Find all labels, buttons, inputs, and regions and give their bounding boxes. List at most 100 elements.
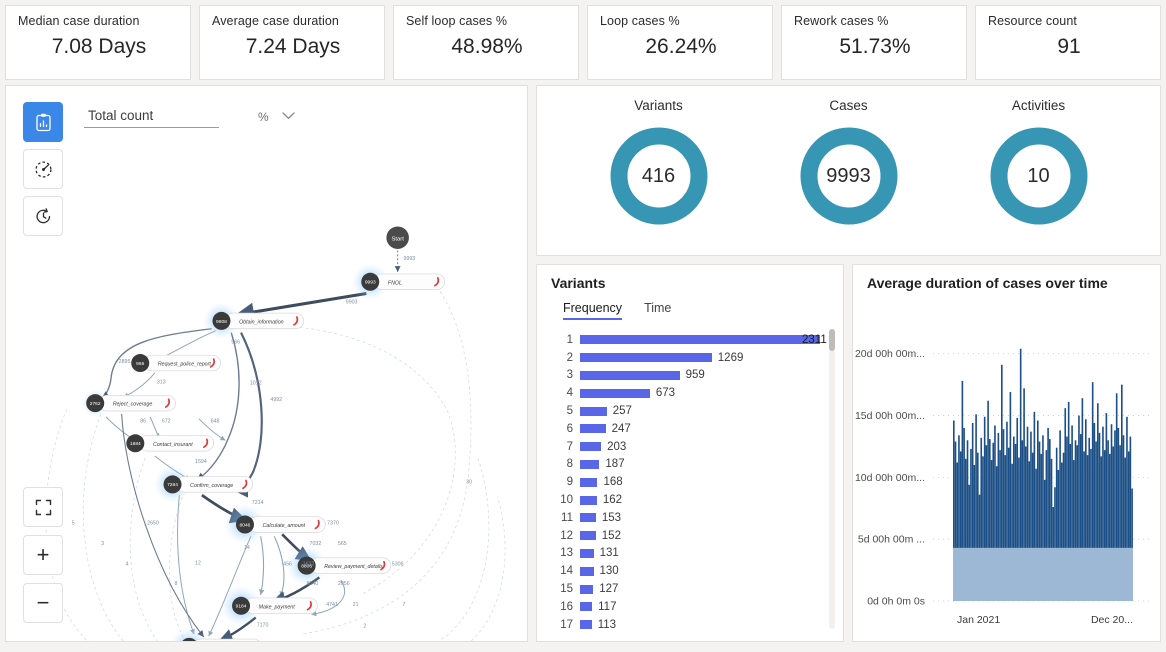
process-node[interactable]: Contact_insurant 1884 bbox=[126, 434, 214, 453]
process-node[interactable]: Calculate_amount 8046 bbox=[235, 515, 326, 534]
svg-text:9993: 9993 bbox=[365, 280, 376, 286]
variant-row[interactable]: 4 673 bbox=[549, 384, 843, 402]
variant-row[interactable]: 1 2311 bbox=[549, 331, 843, 349]
variant-bar[interactable] bbox=[580, 353, 712, 363]
variant-row[interactable]: 14 130 bbox=[549, 562, 843, 580]
kpi-card: Self loop cases % 48.98% bbox=[393, 5, 579, 80]
variant-rank: 4 bbox=[566, 387, 573, 400]
variants-list[interactable]: 1 2311 2 1269 3 959 4 673 5 257 6 247 7 203 8 187 9 168 10… bbox=[537, 331, 843, 641]
svg-text:FNOL: FNOL bbox=[388, 280, 402, 286]
edge-label: 9993 bbox=[404, 256, 416, 262]
variant-row[interactable]: 7 203 bbox=[549, 438, 843, 456]
zoom-in-button[interactable]: + bbox=[23, 535, 63, 575]
duration-chart: 0d 0h 0m 0s 5d 00h 00m ... 10d 00h 00m... 1… bbox=[855, 348, 1151, 626]
kpi-title: Median case duration bbox=[18, 14, 140, 28]
variants-tab[interactable]: Time bbox=[644, 301, 671, 320]
edge-label: 3 bbox=[101, 541, 104, 547]
variant-value: 1269 bbox=[717, 351, 744, 364]
variant-bar[interactable] bbox=[580, 548, 594, 558]
summary-donuts-panel: Variants 416 Cases 9993 Activities 10 bbox=[536, 85, 1161, 256]
variant-value: 131 bbox=[599, 547, 619, 560]
variant-row[interactable]: 17 113 bbox=[549, 616, 843, 634]
variants-tabs[interactable]: Frequency Time bbox=[537, 291, 843, 320]
edge-label: 2895 bbox=[119, 359, 131, 365]
variants-scrollbar[interactable] bbox=[829, 329, 835, 629]
fit-screen-button[interactable] bbox=[23, 487, 63, 527]
variant-rank: 10 bbox=[560, 494, 573, 507]
donut-metric: Cases 9993 bbox=[774, 98, 924, 229]
frequency-view-button[interactable] bbox=[23, 102, 63, 142]
variant-row[interactable]: 8 187 bbox=[549, 456, 843, 474]
edge-label: 966 bbox=[231, 339, 240, 345]
donut-chart: 9993 bbox=[796, 123, 902, 229]
kpi-card: Loop cases % 26.24% bbox=[587, 5, 773, 80]
kpi-value: 7.08 Days bbox=[51, 35, 147, 58]
variant-row[interactable]: 16 117 bbox=[549, 598, 843, 616]
metric-selector-group[interactable]: Total countCase countMax repetitions % bbox=[84, 106, 295, 128]
variant-bar[interactable] bbox=[580, 335, 820, 345]
scrollbar-thumb[interactable] bbox=[829, 329, 835, 351]
process-map-panel[interactable]: Start FNOL 9993 Obtain_information 9908 Reque… bbox=[5, 85, 528, 642]
variant-bar[interactable] bbox=[580, 513, 596, 523]
edge-label: 4 bbox=[126, 562, 129, 568]
variant-rank: 7 bbox=[566, 440, 573, 453]
process-node[interactable]: Request_police_report 966 bbox=[131, 354, 221, 373]
process-node[interactable]: Start bbox=[386, 226, 409, 249]
variant-row[interactable]: 6 247 bbox=[549, 420, 843, 438]
variant-row[interactable]: 15 127 bbox=[549, 580, 843, 598]
svg-text:Reject_coverage: Reject_coverage bbox=[113, 402, 153, 408]
metric-select[interactable]: Total countCase countMax repetitions bbox=[84, 106, 219, 128]
y-axis-tick: 0d 0h 0m 0s bbox=[867, 596, 925, 608]
y-axis-tick: 10d 00h 00m... bbox=[855, 472, 925, 484]
variant-value: 959 bbox=[685, 369, 705, 382]
process-node[interactable]: Obtain_information 9908 bbox=[212, 311, 305, 330]
performance-view-button[interactable] bbox=[23, 149, 63, 189]
process-node[interactable]: FNOL 9993 bbox=[361, 272, 445, 291]
variant-bar[interactable] bbox=[580, 584, 594, 594]
variant-bar[interactable] bbox=[580, 495, 597, 505]
variant-bar[interactable] bbox=[580, 566, 594, 576]
variant-rank: 1 bbox=[566, 333, 573, 346]
variant-row[interactable]: 2 1269 bbox=[549, 349, 843, 367]
variant-bar[interactable] bbox=[580, 620, 592, 630]
variant-bar[interactable] bbox=[580, 442, 602, 452]
process-graph[interactable]: Start FNOL 9993 Obtain_information 9908 Reque… bbox=[6, 86, 527, 641]
variant-bar[interactable] bbox=[580, 531, 596, 541]
variant-bar[interactable] bbox=[580, 424, 606, 434]
variant-bar[interactable] bbox=[580, 388, 650, 398]
variant-row[interactable]: 9 168 bbox=[549, 473, 843, 491]
edge-label: 2056 bbox=[338, 581, 350, 587]
svg-text:2762: 2762 bbox=[90, 401, 101, 407]
variant-row[interactable]: 10 162 bbox=[549, 491, 843, 509]
variant-bar[interactable] bbox=[580, 477, 598, 487]
process-node[interactable]: Make_payment 9184 bbox=[232, 596, 318, 615]
variant-row[interactable]: 5 257 bbox=[549, 402, 843, 420]
process-node[interactable]: Confirm_coverage 7284 bbox=[163, 475, 254, 494]
zoom-controls[interactable]: + − bbox=[23, 487, 63, 623]
variant-row[interactable]: 3 959 bbox=[549, 367, 843, 385]
svg-text:9908: 9908 bbox=[216, 319, 227, 325]
variant-row[interactable]: 13 131 bbox=[549, 545, 843, 563]
clock-refresh-icon bbox=[34, 207, 53, 226]
variant-row[interactable]: 11 153 bbox=[549, 509, 843, 527]
kpi-card: Resource count 91 bbox=[975, 5, 1161, 80]
svg-text:Confirm_coverage: Confirm_coverage bbox=[190, 483, 233, 489]
process-nodes[interactable]: Start FNOL 9993 Obtain_information 9908 Reque… bbox=[86, 226, 445, 641]
variant-bar[interactable] bbox=[580, 370, 680, 380]
rework-view-button[interactable] bbox=[23, 196, 63, 236]
variant-bar[interactable] bbox=[580, 406, 607, 416]
variants-tab[interactable]: Frequency bbox=[563, 301, 623, 320]
variants-panel[interactable]: Variants Frequency Time 1 2311 2 1269 3 959 4 67… bbox=[536, 264, 844, 642]
edge-label: 4741 bbox=[326, 602, 338, 608]
variant-bar[interactable] bbox=[580, 602, 593, 612]
variant-value: 247 bbox=[611, 422, 631, 435]
edge-label: 1012 bbox=[250, 381, 262, 387]
variant-bar[interactable] bbox=[580, 459, 600, 469]
kpi-title: Self loop cases % bbox=[406, 14, 508, 28]
variant-value: 2311 bbox=[802, 333, 827, 346]
map-toolbar[interactable] bbox=[23, 102, 63, 236]
process-node[interactable]: Reject_coverage 2762 bbox=[86, 394, 176, 413]
zoom-out-button[interactable]: − bbox=[23, 583, 63, 623]
variant-rank: 2 bbox=[566, 351, 573, 364]
variant-row[interactable]: 12 152 bbox=[549, 527, 843, 545]
